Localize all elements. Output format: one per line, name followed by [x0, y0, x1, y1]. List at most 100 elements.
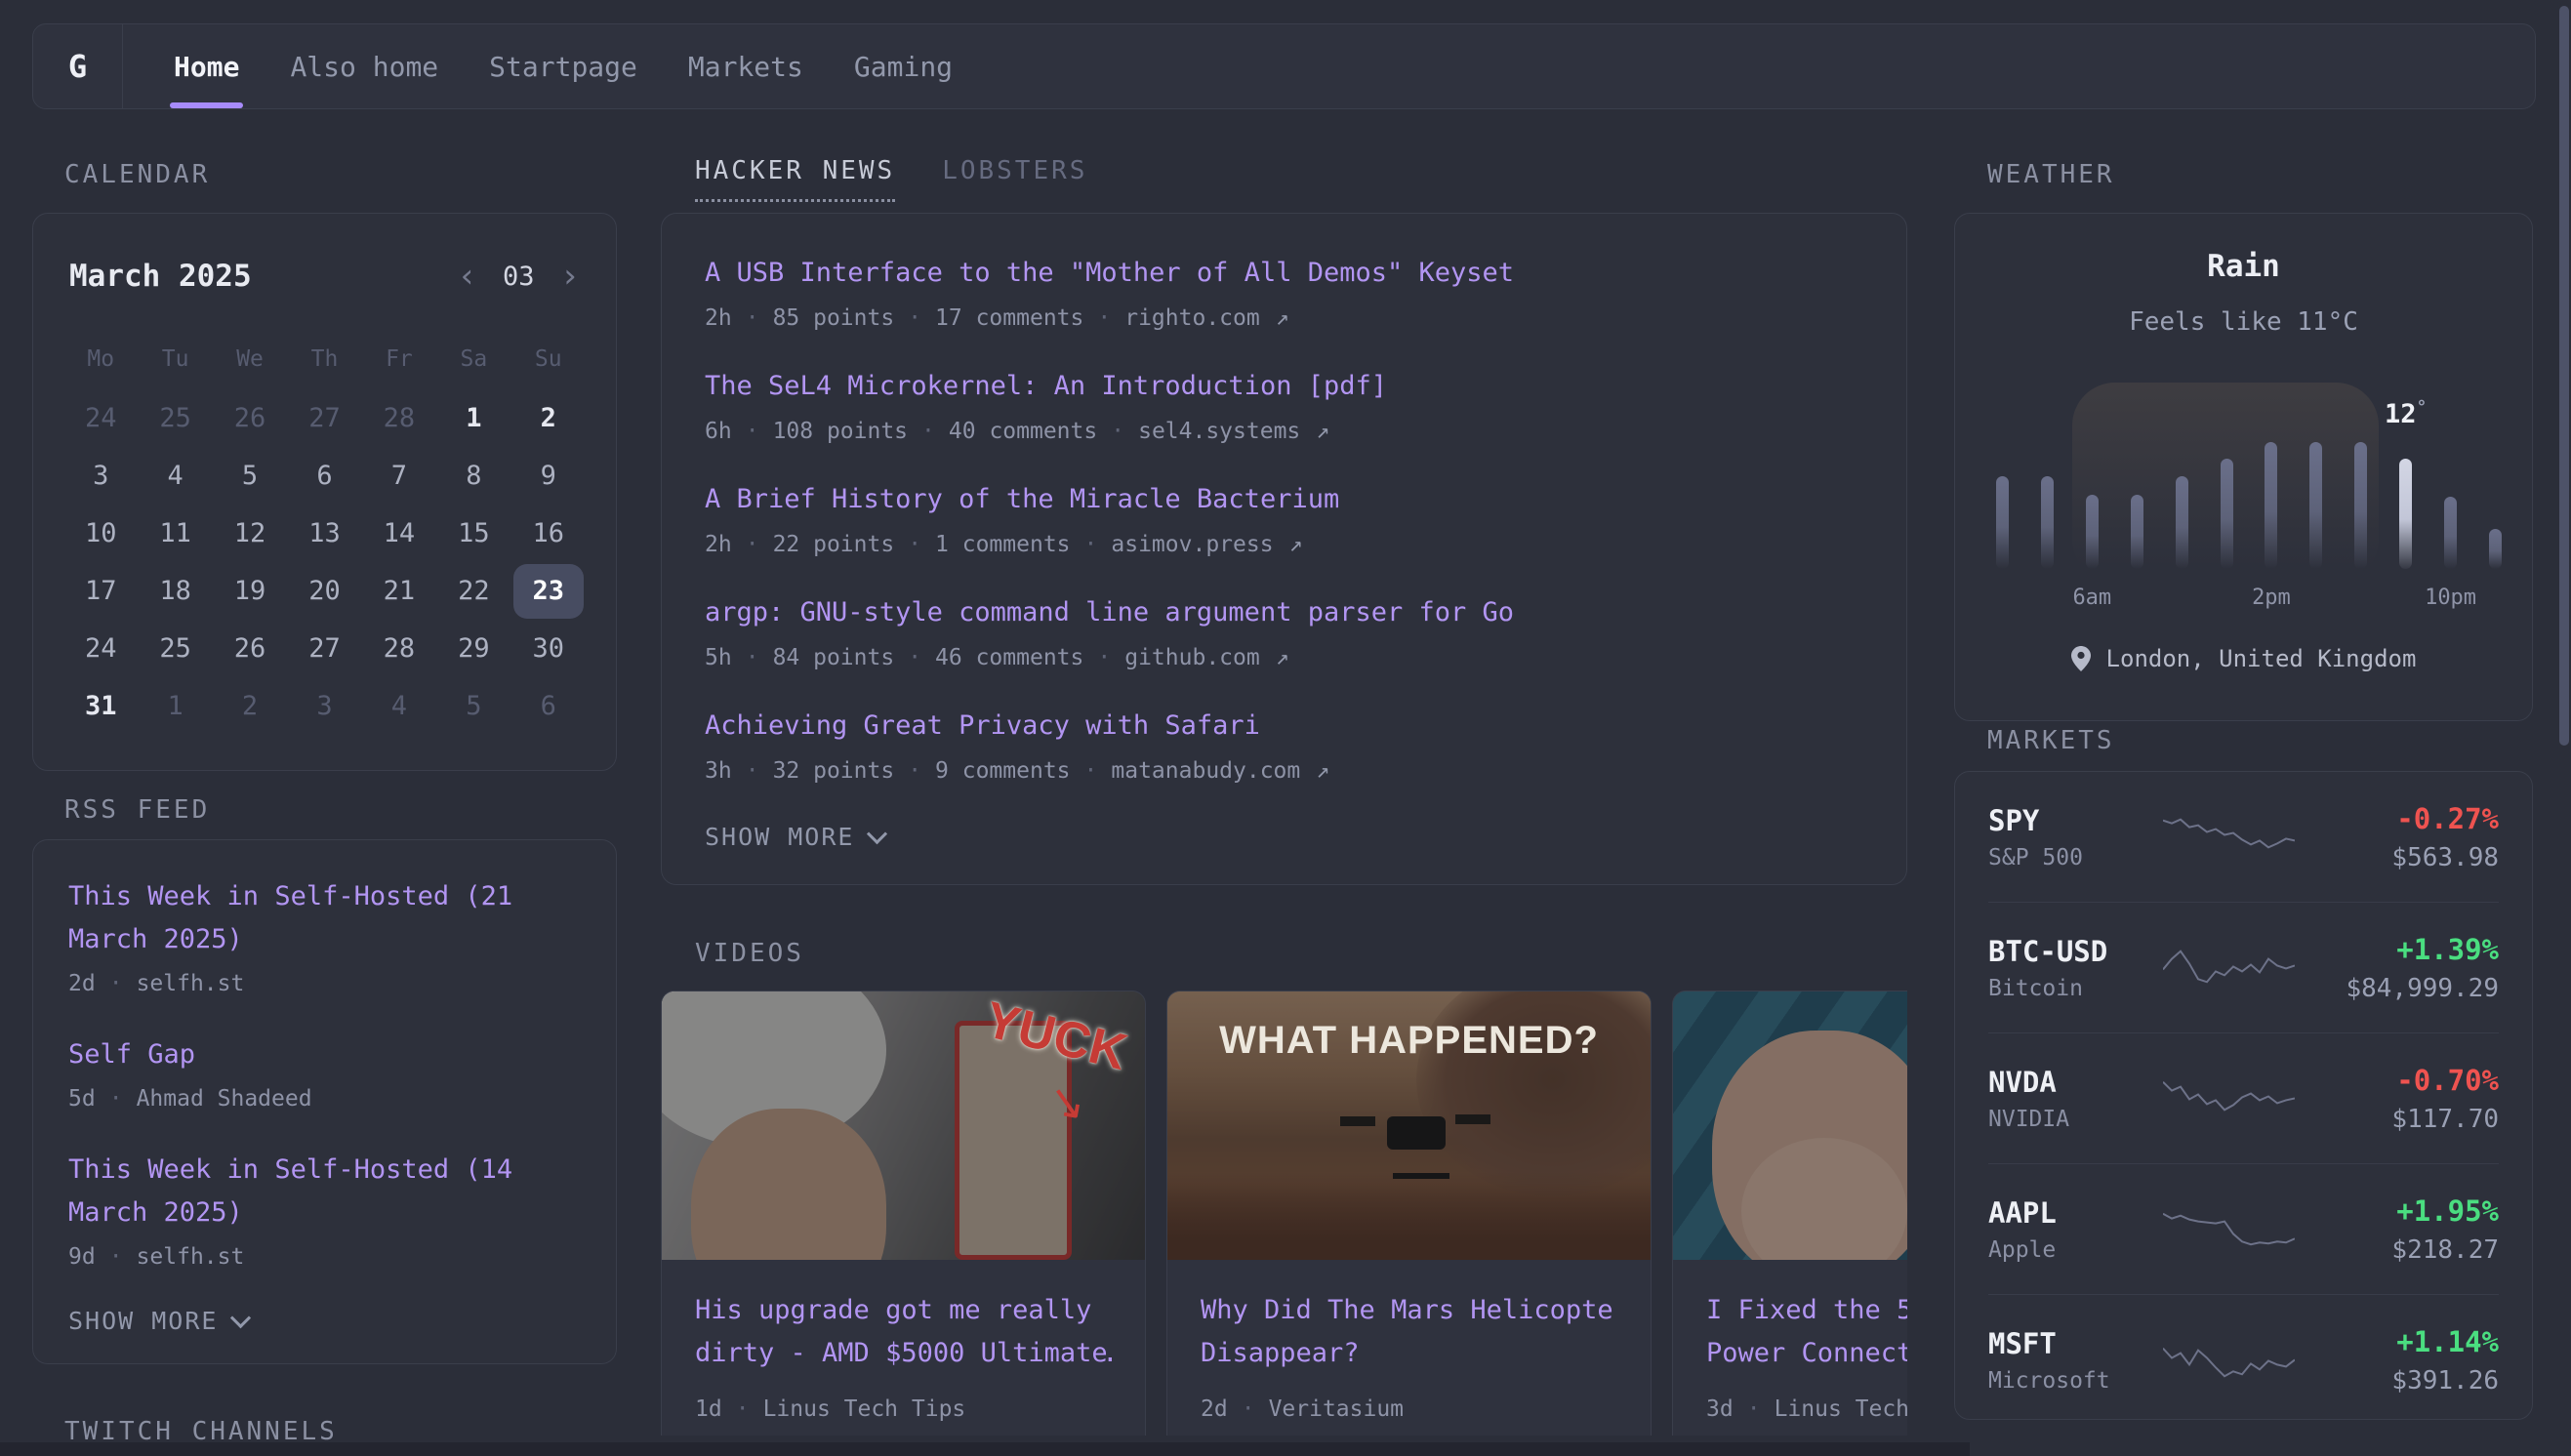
- calendar-day[interactable]: 8: [436, 447, 510, 505]
- news-item-domain[interactable]: matanabudy.com: [1111, 756, 1300, 786]
- market-row[interactable]: MSFT Microsoft +1.14% $391.26: [1988, 1294, 2499, 1425]
- news-item-comments[interactable]: 46 comments: [935, 643, 1083, 672]
- news-source-tab-label: HACKER NEWS: [695, 156, 895, 185]
- calendar-day[interactable]: 6: [511, 677, 586, 735]
- calendar-day[interactable]: 23: [511, 562, 586, 620]
- calendar-day[interactable]: 6: [287, 447, 361, 505]
- calendar-day[interactable]: 5: [436, 677, 510, 735]
- news-item-domain[interactable]: asimov.press: [1111, 530, 1273, 559]
- video-title-line[interactable]: Disappear?: [1201, 1332, 1617, 1375]
- calendar-day[interactable]: 17: [63, 562, 138, 620]
- market-price: $391.26: [2323, 1366, 2499, 1395]
- calendar-day[interactable]: 4: [362, 677, 436, 735]
- news-item-domain[interactable]: righto.com: [1124, 303, 1259, 333]
- video-thumbnail[interactable]: DO T T: [1673, 991, 1907, 1260]
- calendar-day[interactable]: 15: [436, 505, 510, 562]
- videos-scroll-region[interactable]: YUCK ↘ His upgrade got me really dirty -…: [661, 991, 1907, 1436]
- news-show-more-button[interactable]: SHOW MORE: [705, 823, 1863, 851]
- news-source-tab[interactable]: HACKER NEWS: [695, 156, 895, 202]
- calendar-day[interactable]: 25: [138, 620, 212, 677]
- video-card[interactable]: YUCK ↘ His upgrade got me really dirty -…: [661, 991, 1146, 1436]
- market-row[interactable]: BTC-USD Bitcoin +1.39% $84,999.29: [1988, 902, 2499, 1032]
- calendar-day[interactable]: 22: [436, 562, 510, 620]
- calendar-day[interactable]: 21: [362, 562, 436, 620]
- dot-separator: ·: [1747, 1396, 1761, 1422]
- calendar-day[interactable]: 11: [138, 505, 212, 562]
- calendar-day[interactable]: 5: [213, 447, 287, 505]
- video-title-line[interactable]: His upgrade got me really: [695, 1289, 1112, 1332]
- calendar-day[interactable]: 14: [362, 505, 436, 562]
- rss-item-title[interactable]: This Week in Self-Hosted (21 March 2025): [68, 875, 581, 961]
- calendar-prev-icon[interactable]: ‹: [458, 260, 477, 293]
- calendar-day[interactable]: 1: [436, 389, 510, 447]
- video-meta: 1d · Linus Tech Tips: [695, 1396, 1112, 1422]
- dot-separator: ·: [1097, 643, 1111, 672]
- calendar-day[interactable]: 19: [213, 562, 287, 620]
- calendar-day[interactable]: 29: [436, 620, 510, 677]
- nav-tab[interactable]: Also home: [290, 24, 438, 108]
- calendar-day[interactable]: 26: [213, 389, 287, 447]
- nav-tab[interactable]: Home: [174, 24, 239, 108]
- calendar-day[interactable]: 16: [511, 505, 586, 562]
- video-title-line[interactable]: Power Connect: [1706, 1332, 1907, 1375]
- market-row[interactable]: NVDA NVIDIA -0.70% $117.70: [1988, 1032, 2499, 1163]
- news-item-title[interactable]: argp: GNU-style command line argument pa…: [705, 596, 1863, 629]
- video-thumbnail[interactable]: YUCK ↘: [662, 991, 1145, 1260]
- calendar-day[interactable]: 24: [63, 389, 138, 447]
- news-item-title[interactable]: A USB Interface to the "Mother of All De…: [705, 257, 1863, 290]
- calendar-day[interactable]: 9: [511, 447, 586, 505]
- weather-bar: [1996, 476, 2009, 569]
- market-row[interactable]: SPY S&P 500 -0.27% $563.98: [1988, 772, 2499, 902]
- market-row[interactable]: AAPL Apple +1.95% $218.27: [1988, 1163, 2499, 1294]
- calendar-day[interactable]: 18: [138, 562, 212, 620]
- calendar-day[interactable]: 3: [63, 447, 138, 505]
- calendar-day[interactable]: 12: [213, 505, 287, 562]
- nav-tab-label: Startpage: [489, 51, 637, 83]
- nav-tab[interactable]: Markets: [688, 24, 803, 108]
- calendar-day[interactable]: 31: [63, 677, 138, 735]
- news-item-domain[interactable]: github.com: [1124, 643, 1259, 672]
- rss-item: This Week in Self-Hosted (21 March 2025)…: [68, 875, 581, 998]
- calendar-day[interactable]: 1: [138, 677, 212, 735]
- video-card[interactable]: DO T T I Fixed the 5 Power Connect 3d · …: [1672, 991, 1907, 1436]
- calendar-day[interactable]: 27: [287, 620, 361, 677]
- page-scrollbar[interactable]: [2559, 6, 2569, 746]
- video-thumbnail[interactable]: WHAT HAPPENED?: [1167, 991, 1651, 1260]
- calendar-day[interactable]: 13: [287, 505, 361, 562]
- rss-item-title[interactable]: This Week in Self-Hosted (14 March 2025): [68, 1149, 581, 1234]
- news-item-title[interactable]: A Brief History of the Miracle Bacterium: [705, 483, 1863, 516]
- calendar-day[interactable]: 28: [362, 620, 436, 677]
- calendar-day[interactable]: 25: [138, 389, 212, 447]
- nav-tab[interactable]: Startpage: [489, 24, 637, 108]
- calendar-day[interactable]: 30: [511, 620, 586, 677]
- news-item-comments[interactable]: 1 comments: [935, 530, 1070, 559]
- calendar-day[interactable]: 3: [287, 677, 361, 735]
- news-source-tab[interactable]: LOBSTERS: [942, 156, 1087, 202]
- news-item-domain[interactable]: sel4.systems: [1138, 417, 1300, 446]
- calendar-day[interactable]: 2: [511, 389, 586, 447]
- video-title-line[interactable]: dirty - AMD $5000 Ultimate…: [695, 1332, 1112, 1375]
- news-item-comments[interactable]: 9 comments: [935, 756, 1070, 786]
- news-item-title[interactable]: Achieving Great Privacy with Safari: [705, 709, 1863, 743]
- app-logo[interactable]: G: [33, 24, 123, 108]
- calendar-next-icon[interactable]: ›: [560, 260, 580, 293]
- rss-item-title[interactable]: Self Gap: [68, 1033, 581, 1076]
- calendar-day[interactable]: 26: [213, 620, 287, 677]
- video-title-line[interactable]: Why Did The Mars Helicopter: [1201, 1289, 1617, 1332]
- video-card[interactable]: WHAT HAPPENED? Why Did The Mars Helicopt…: [1166, 991, 1652, 1436]
- nav-tab[interactable]: Gaming: [854, 24, 953, 108]
- calendar-day[interactable]: 2: [213, 677, 287, 735]
- news-item-title[interactable]: The SeL4 Microkernel: An Introduction [p…: [705, 370, 1863, 403]
- calendar-day-number: 13: [308, 518, 341, 548]
- news-item-comments[interactable]: 40 comments: [949, 417, 1097, 446]
- calendar-day[interactable]: 4: [138, 447, 212, 505]
- calendar-day[interactable]: 7: [362, 447, 436, 505]
- calendar-day[interactable]: 10: [63, 505, 138, 562]
- rss-show-more-button[interactable]: SHOW MORE: [68, 1307, 581, 1335]
- calendar-day[interactable]: 28: [362, 389, 436, 447]
- video-title-line[interactable]: I Fixed the 5: [1706, 1289, 1907, 1332]
- calendar-day[interactable]: 27: [287, 389, 361, 447]
- news-item-comments[interactable]: 17 comments: [935, 303, 1083, 333]
- calendar-day[interactable]: 20: [287, 562, 361, 620]
- calendar-day[interactable]: 24: [63, 620, 138, 677]
